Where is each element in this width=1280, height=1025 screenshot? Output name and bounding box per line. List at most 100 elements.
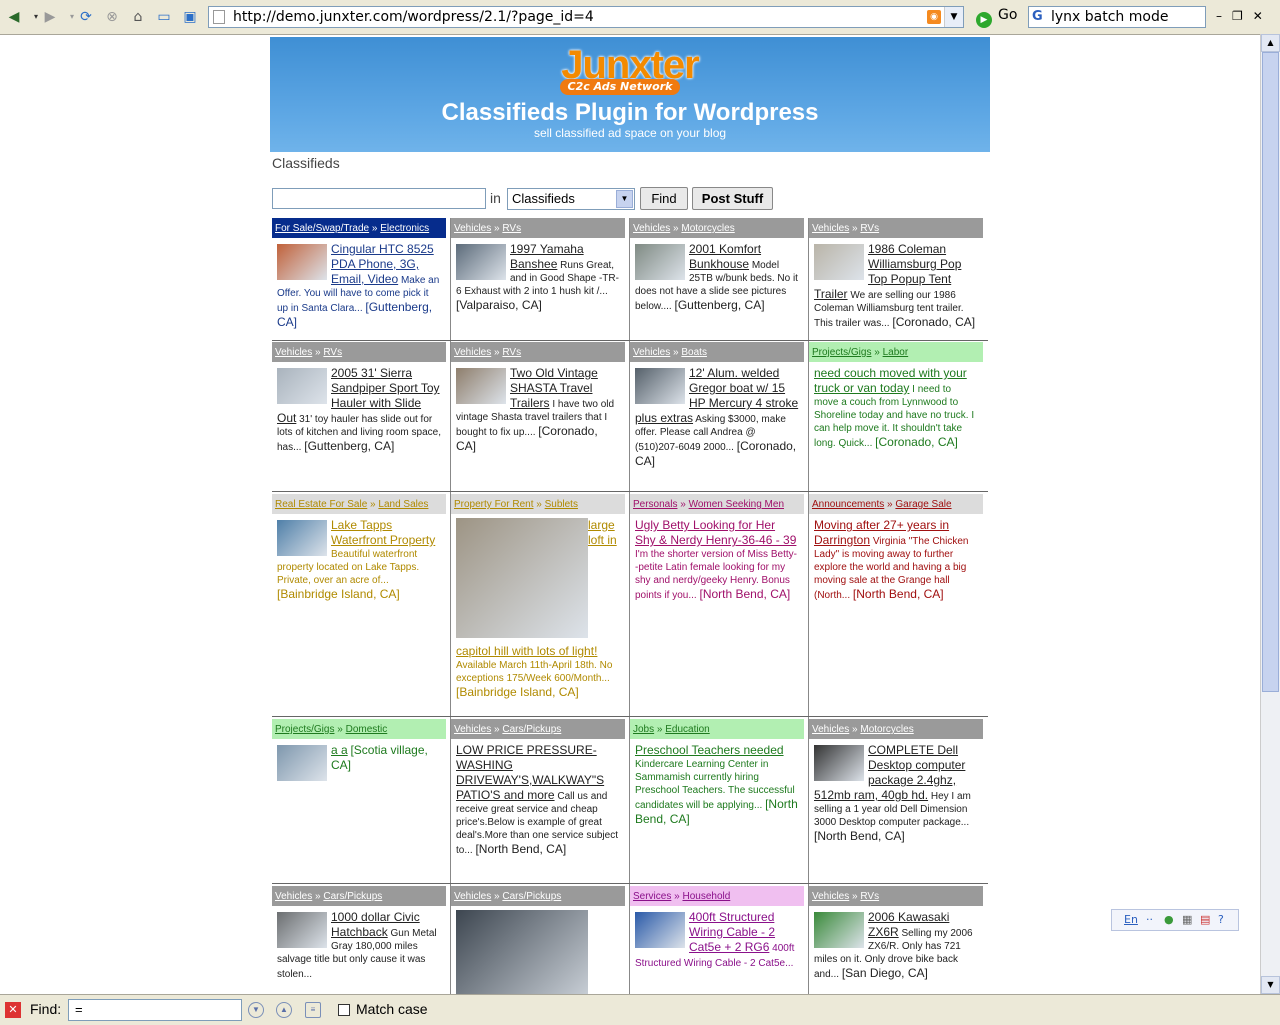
match-case-checkbox[interactable] bbox=[338, 1004, 350, 1016]
category-link[interactable]: Vehicles bbox=[812, 891, 849, 902]
listing-title-link[interactable]: Preschool Teachers needed bbox=[635, 743, 784, 757]
back-icon[interactable]: ◀ bbox=[4, 7, 24, 27]
listing-thumbnail[interactable] bbox=[456, 368, 506, 404]
address-bar[interactable]: http://demo.junxter.com/wordpress/2.1/?p… bbox=[208, 6, 964, 28]
listing-thumbnail[interactable] bbox=[277, 244, 327, 280]
find-button[interactable]: Find bbox=[640, 187, 688, 210]
listing-thumbnail[interactable] bbox=[814, 244, 864, 280]
scroll-thumb[interactable] bbox=[1262, 52, 1279, 692]
listing-title-link[interactable]: Ugly Betty Looking for Her Shy & Nerdy H… bbox=[635, 518, 796, 547]
find-previous-icon[interactable]: ▲ bbox=[276, 1002, 292, 1018]
bookmark-icon[interactable]: ▣ bbox=[180, 7, 200, 27]
reload-icon[interactable]: ⟳ bbox=[76, 7, 96, 27]
category-link[interactable]: Jobs bbox=[633, 724, 654, 735]
subcategory-link[interactable]: Boats bbox=[681, 347, 707, 358]
category-link[interactable]: Vehicles bbox=[454, 891, 491, 902]
category-link[interactable]: Personals bbox=[633, 499, 677, 510]
subcategory-link[interactable]: Garage Sale bbox=[895, 499, 951, 510]
category-link[interactable]: Vehicles bbox=[633, 347, 670, 358]
subcategory-link[interactable]: Sublets bbox=[545, 499, 578, 510]
category-link[interactable]: Vehicles bbox=[812, 223, 849, 234]
subcategory-link[interactable]: Electronics bbox=[380, 223, 429, 234]
listing-title-link[interactable]: a a bbox=[331, 743, 348, 757]
subcategory-link[interactable]: Labor bbox=[883, 347, 909, 358]
post-stuff-button[interactable]: Post Stuff bbox=[692, 187, 773, 210]
search-engine-box[interactable]: G lynx batch mode bbox=[1028, 6, 1206, 28]
subcategory-link[interactable]: Domestic bbox=[346, 724, 388, 735]
listing-body: 400ft Structured Wiring Cable - 2 Cat5e … bbox=[630, 906, 804, 970]
listing-thumbnail[interactable] bbox=[814, 912, 864, 948]
close-icon[interactable]: ✕ bbox=[5, 1002, 21, 1018]
listing-thumbnail[interactable] bbox=[635, 912, 685, 948]
language-code[interactable]: En bbox=[1124, 913, 1138, 926]
subcategory-link[interactable]: Women Seeking Men bbox=[689, 499, 784, 510]
subcategory-link[interactable]: Education bbox=[665, 724, 709, 735]
category-link[interactable]: Vehicles bbox=[454, 347, 491, 358]
category-link[interactable]: Vehicles bbox=[454, 724, 491, 735]
listing-title-link[interactable]: 400ft Structured Wiring Cable - 2 Cat5e … bbox=[689, 910, 775, 954]
find-input[interactable]: = bbox=[68, 999, 242, 1021]
category-link[interactable]: Projects/Gigs bbox=[275, 724, 334, 735]
subcategory-link[interactable]: RVs bbox=[860, 891, 879, 902]
stop-icon[interactable]: ⊗ bbox=[102, 7, 122, 27]
subcategory-link[interactable]: Cars/Pickups bbox=[502, 891, 561, 902]
subcategory-link[interactable]: Land Sales bbox=[378, 499, 428, 510]
listing-thumbnail[interactable] bbox=[277, 745, 327, 781]
listing-thumbnail[interactable] bbox=[635, 368, 685, 404]
listing-thumbnail[interactable] bbox=[277, 368, 327, 404]
category-link[interactable]: Services bbox=[633, 891, 671, 902]
subcategory-link[interactable]: Cars/Pickups bbox=[502, 724, 561, 735]
language-bar[interactable]: En ·· ● ▦ ▤ ? bbox=[1111, 909, 1239, 931]
search-input[interactable] bbox=[272, 188, 486, 209]
category-select-value: Classifieds bbox=[512, 191, 575, 206]
category-select[interactable]: Classifieds ▼ bbox=[507, 188, 635, 210]
subcategory-link[interactable]: RVs bbox=[502, 223, 521, 234]
go-button[interactable]: ▶ Go bbox=[976, 7, 1017, 28]
subcategory-link[interactable]: Cars/Pickups bbox=[323, 891, 382, 902]
category-link[interactable]: Property For Rent bbox=[454, 499, 533, 510]
keyboard-icon[interactable]: ▦ bbox=[1182, 913, 1192, 926]
leaf-icon[interactable]: ● bbox=[1164, 913, 1174, 926]
home-icon[interactable]: ⌂ bbox=[128, 7, 148, 27]
find-next-icon[interactable]: ▼ bbox=[248, 1002, 264, 1018]
scroll-up-icon[interactable]: ▲ bbox=[1261, 34, 1280, 52]
category-link[interactable]: Announcements bbox=[812, 499, 884, 510]
chevron-down-icon[interactable]: ▼ bbox=[944, 7, 963, 27]
category-link[interactable]: For Sale/Swap/Trade bbox=[275, 223, 369, 234]
listing-thumbnail[interactable] bbox=[277, 520, 327, 556]
help-icon[interactable]: ? bbox=[1218, 913, 1224, 926]
subcategory-link[interactable]: Motorcycles bbox=[860, 724, 913, 735]
subcategory-link[interactable]: RVs bbox=[323, 347, 342, 358]
category-link[interactable]: Vehicles bbox=[633, 223, 670, 234]
scroll-down-icon[interactable]: ▼ bbox=[1261, 976, 1280, 994]
category-link[interactable]: Vehicles bbox=[454, 223, 491, 234]
listing-thumbnail[interactable] bbox=[814, 745, 864, 781]
listing-thumbnail[interactable] bbox=[635, 244, 685, 280]
category-link[interactable]: Real Estate For Sale bbox=[275, 499, 367, 510]
listing-thumbnail[interactable] bbox=[456, 518, 588, 638]
subcategory-link[interactable]: RVs bbox=[502, 347, 521, 358]
new-window-icon[interactable]: ▭ bbox=[154, 7, 174, 27]
subcategory-link[interactable]: Household bbox=[682, 891, 730, 902]
ime-icon[interactable]: ·· bbox=[1146, 913, 1153, 926]
listing-title-link[interactable]: 2001 Komfort Bunkhouse bbox=[689, 242, 761, 271]
window-controls[interactable]: –❐✕ bbox=[1216, 9, 1273, 23]
tools-icon[interactable]: ▤ bbox=[1200, 913, 1210, 926]
subcategory-link[interactable]: RVs bbox=[860, 223, 879, 234]
find-bar: ✕ Find: = ▼ ▲ ≡ Match case bbox=[0, 994, 1280, 1025]
vertical-scrollbar[interactable]: ▲ ▼ bbox=[1260, 34, 1280, 994]
category-link[interactable]: Vehicles bbox=[275, 347, 312, 358]
listing-thumbnail[interactable] bbox=[456, 910, 588, 994]
search-engine-input[interactable]: lynx batch mode bbox=[1051, 9, 1168, 25]
listing-title-link[interactable]: Lake Tapps Waterfront Property bbox=[331, 518, 435, 547]
category-link[interactable]: Projects/Gigs bbox=[812, 347, 871, 358]
forward-icon[interactable]: ▶ bbox=[40, 7, 60, 27]
listing-thumbnail[interactable] bbox=[277, 912, 327, 948]
category-link[interactable]: Vehicles bbox=[275, 891, 312, 902]
highlight-icon[interactable]: ≡ bbox=[305, 1002, 321, 1018]
listing-thumbnail[interactable] bbox=[456, 244, 506, 280]
subcategory-link[interactable]: Motorcycles bbox=[681, 223, 734, 234]
category-link[interactable]: Vehicles bbox=[812, 724, 849, 735]
chevron-down-icon[interactable]: ▼ bbox=[616, 190, 633, 208]
rss-icon[interactable]: ◉ bbox=[927, 10, 941, 24]
